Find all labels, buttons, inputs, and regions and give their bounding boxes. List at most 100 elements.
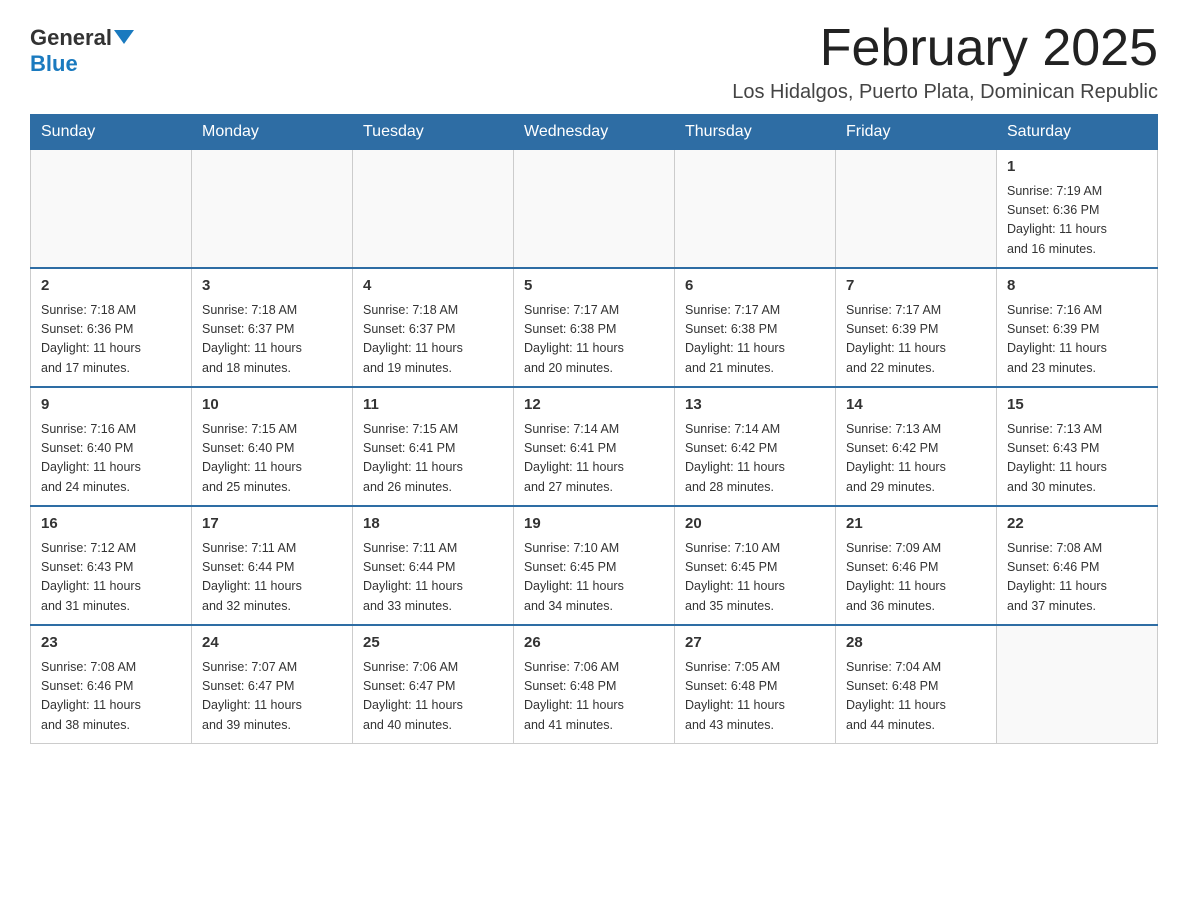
day-number: 4	[363, 275, 503, 298]
day-number: 11	[363, 394, 503, 417]
day-number: 21	[846, 513, 986, 536]
calendar-day-cell: 13Sunrise: 7:14 AMSunset: 6:42 PMDayligh…	[675, 387, 836, 506]
day-info: Sunrise: 7:17 AMSunset: 6:38 PMDaylight:…	[685, 301, 825, 379]
calendar-week-row: 23Sunrise: 7:08 AMSunset: 6:46 PMDayligh…	[31, 625, 1158, 744]
calendar-day-cell: 6 Sunrise: 7:17 AMSunset: 6:38 PMDaylight…	[675, 268, 836, 387]
calendar-day-cell: 19Sunrise: 7:10 AMSunset: 6:45 PMDayligh…	[514, 506, 675, 625]
calendar-week-row: 1 Sunrise: 7:19 AMSunset: 6:36 PMDaylight…	[31, 150, 1158, 269]
day-info: Sunrise: 7:07 AMSunset: 6:47 PMDaylight:…	[202, 658, 342, 736]
day-info: Sunrise: 7:16 AMSunset: 6:39 PMDaylight:…	[1007, 301, 1147, 379]
calendar-day-cell: 3 Sunrise: 7:18 AMSunset: 6:37 PMDaylight…	[192, 268, 353, 387]
day-info: Sunrise: 7:09 AMSunset: 6:46 PMDaylight:…	[846, 539, 986, 617]
day-number: 13	[685, 394, 825, 417]
day-info: Sunrise: 7:11 AMSunset: 6:44 PMDaylight:…	[202, 539, 342, 617]
calendar-day-cell: 18Sunrise: 7:11 AMSunset: 6:44 PMDayligh…	[353, 506, 514, 625]
logo-arrow-icon	[114, 30, 134, 44]
calendar-day-cell	[997, 625, 1158, 744]
day-info: Sunrise: 7:10 AMSunset: 6:45 PMDaylight:…	[685, 539, 825, 617]
day-number: 6	[685, 275, 825, 298]
calendar-week-row: 9 Sunrise: 7:16 AMSunset: 6:40 PMDaylight…	[31, 387, 1158, 506]
day-info: Sunrise: 7:12 AMSunset: 6:43 PMDaylight:…	[41, 539, 181, 617]
calendar-day-cell	[836, 150, 997, 269]
calendar-day-cell: 20 Sunrise: 7:10 AMSunset: 6:45 PMDayligh…	[675, 506, 836, 625]
calendar-day-cell: 24 Sunrise: 7:07 AMSunset: 6:47 PMDayligh…	[192, 625, 353, 744]
calendar-day-cell	[31, 150, 192, 269]
calendar-day-cell: 12Sunrise: 7:14 AMSunset: 6:41 PMDayligh…	[514, 387, 675, 506]
day-number: 7	[846, 275, 986, 298]
day-number: 3	[202, 275, 342, 298]
calendar-header-thursday: Thursday	[675, 115, 836, 150]
day-number: 19	[524, 513, 664, 536]
day-number: 12	[524, 394, 664, 417]
calendar-day-cell: 27 Sunrise: 7:05 AMSunset: 6:48 PMDayligh…	[675, 625, 836, 744]
calendar-day-cell: 7 Sunrise: 7:17 AMSunset: 6:39 PMDaylight…	[836, 268, 997, 387]
day-info: Sunrise: 7:08 AMSunset: 6:46 PMDaylight:…	[41, 658, 181, 736]
day-info: Sunrise: 7:18 AMSunset: 6:37 PMDaylight:…	[363, 301, 503, 379]
day-number: 18	[363, 513, 503, 536]
day-number: 26	[524, 632, 664, 655]
calendar-day-cell: 25 Sunrise: 7:06 AMSunset: 6:47 PMDayligh…	[353, 625, 514, 744]
title-block: February 2025 Los Hidalgos, Puerto Plata…	[732, 20, 1158, 104]
calendar-day-cell	[192, 150, 353, 269]
location-title: Los Hidalgos, Puerto Plata, Dominican Re…	[732, 81, 1158, 104]
day-info: Sunrise: 7:18 AMSunset: 6:37 PMDaylight:…	[202, 301, 342, 379]
calendar-day-cell: 11 Sunrise: 7:15 AMSunset: 6:41 PMDayligh…	[353, 387, 514, 506]
calendar-day-cell	[514, 150, 675, 269]
calendar-day-cell: 15 Sunrise: 7:13 AMSunset: 6:43 PMDayligh…	[997, 387, 1158, 506]
day-info: Sunrise: 7:15 AMSunset: 6:41 PMDaylight:…	[363, 420, 503, 498]
day-info: Sunrise: 7:17 AMSunset: 6:39 PMDaylight:…	[846, 301, 986, 379]
day-info: Sunrise: 7:05 AMSunset: 6:48 PMDaylight:…	[685, 658, 825, 736]
calendar-day-cell: 17 Sunrise: 7:11 AMSunset: 6:44 PMDayligh…	[192, 506, 353, 625]
day-info: Sunrise: 7:19 AMSunset: 6:36 PMDaylight:…	[1007, 182, 1147, 260]
calendar-day-cell	[675, 150, 836, 269]
calendar-day-cell: 26 Sunrise: 7:06 AMSunset: 6:48 PMDayligh…	[514, 625, 675, 744]
day-number: 2	[41, 275, 181, 298]
calendar-header-friday: Friday	[836, 115, 997, 150]
day-info: Sunrise: 7:18 AMSunset: 6:36 PMDaylight:…	[41, 301, 181, 379]
day-info: Sunrise: 7:17 AMSunset: 6:38 PMDaylight:…	[524, 301, 664, 379]
calendar-day-cell: 8 Sunrise: 7:16 AMSunset: 6:39 PMDaylight…	[997, 268, 1158, 387]
day-number: 22	[1007, 513, 1147, 536]
calendar-header-wednesday: Wednesday	[514, 115, 675, 150]
day-info: Sunrise: 7:13 AMSunset: 6:42 PMDaylight:…	[846, 420, 986, 498]
calendar-day-cell: 2 Sunrise: 7:18 AMSunset: 6:36 PMDaylight…	[31, 268, 192, 387]
logo-blue-text: Blue	[30, 51, 78, 76]
day-number: 25	[363, 632, 503, 655]
calendar-header-saturday: Saturday	[997, 115, 1158, 150]
calendar-week-row: 16 Sunrise: 7:12 AMSunset: 6:43 PMDayligh…	[31, 506, 1158, 625]
calendar-header-monday: Monday	[192, 115, 353, 150]
day-number: 8	[1007, 275, 1147, 298]
day-info: Sunrise: 7:16 AMSunset: 6:40 PMDaylight:…	[41, 420, 181, 498]
calendar-header-row: SundayMondayTuesdayWednesdayThursdayFrid…	[31, 115, 1158, 150]
calendar-day-cell: 21 Sunrise: 7:09 AMSunset: 6:46 PMDayligh…	[836, 506, 997, 625]
calendar-day-cell: 14Sunrise: 7:13 AMSunset: 6:42 PMDayligh…	[836, 387, 997, 506]
calendar-header-tuesday: Tuesday	[353, 115, 514, 150]
day-number: 9	[41, 394, 181, 417]
day-number: 27	[685, 632, 825, 655]
calendar-day-cell: 22 Sunrise: 7:08 AMSunset: 6:46 PMDayligh…	[997, 506, 1158, 625]
day-number: 5	[524, 275, 664, 298]
day-info: Sunrise: 7:15 AMSunset: 6:40 PMDaylight:…	[202, 420, 342, 498]
day-number: 1	[1007, 156, 1147, 179]
month-title: February 2025	[732, 20, 1158, 77]
day-number: 20	[685, 513, 825, 536]
day-info: Sunrise: 7:06 AMSunset: 6:48 PMDaylight:…	[524, 658, 664, 736]
page-header: General Blue February 2025 Los Hidalgos,…	[30, 20, 1158, 104]
day-number: 15	[1007, 394, 1147, 417]
calendar-day-cell	[353, 150, 514, 269]
calendar-week-row: 2 Sunrise: 7:18 AMSunset: 6:36 PMDaylight…	[31, 268, 1158, 387]
day-number: 24	[202, 632, 342, 655]
day-number: 10	[202, 394, 342, 417]
day-number: 16	[41, 513, 181, 536]
calendar-day-cell: 9 Sunrise: 7:16 AMSunset: 6:40 PMDaylight…	[31, 387, 192, 506]
day-info: Sunrise: 7:08 AMSunset: 6:46 PMDaylight:…	[1007, 539, 1147, 617]
logo-general-text: General	[30, 25, 112, 51]
calendar-table: SundayMondayTuesdayWednesdayThursdayFrid…	[30, 114, 1158, 744]
calendar-day-cell: 5 Sunrise: 7:17 AMSunset: 6:38 PMDaylight…	[514, 268, 675, 387]
calendar-day-cell: 4 Sunrise: 7:18 AMSunset: 6:37 PMDaylight…	[353, 268, 514, 387]
calendar-day-cell: 16 Sunrise: 7:12 AMSunset: 6:43 PMDayligh…	[31, 506, 192, 625]
calendar-day-cell: 1 Sunrise: 7:19 AMSunset: 6:36 PMDaylight…	[997, 150, 1158, 269]
day-info: Sunrise: 7:13 AMSunset: 6:43 PMDaylight:…	[1007, 420, 1147, 498]
day-number: 17	[202, 513, 342, 536]
day-info: Sunrise: 7:06 AMSunset: 6:47 PMDaylight:…	[363, 658, 503, 736]
